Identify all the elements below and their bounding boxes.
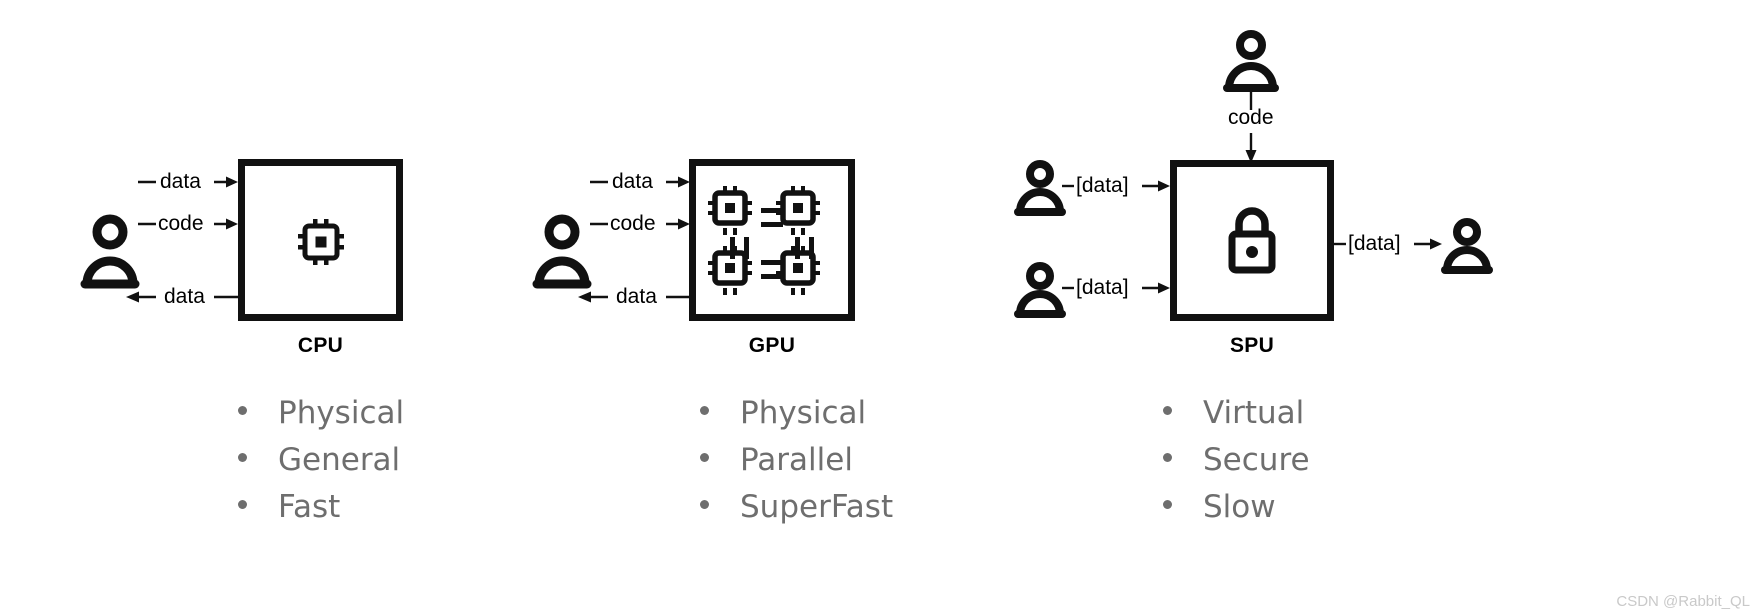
bullet-dot-icon [1163, 500, 1172, 509]
gpu-flow-label-code-in: code [610, 212, 656, 235]
spu-bullet-item: Slow [1163, 484, 1310, 531]
bullet-dot-icon [700, 406, 709, 415]
spu-bullet-list: Virtual Secure Slow [1163, 390, 1310, 531]
cpu-title: CPU [297, 334, 344, 357]
cpu-bullet-text: Physical [278, 395, 405, 431]
spu-bullet-text: Slow [1203, 489, 1276, 525]
gpu-bullet-text: Parallel [740, 442, 853, 478]
bullet-dot-icon [1163, 406, 1172, 415]
spu-bullet-text: Virtual [1203, 395, 1305, 431]
bullet-dot-icon [238, 500, 247, 509]
cpu-flow-label-data-out: data [164, 285, 205, 308]
spu-actor-top-person-icon [1223, 30, 1279, 92]
spu-title: SPU [1229, 334, 1275, 357]
gpu-bullet-list: Physical Parallel SuperFast [700, 390, 893, 531]
spu-flow-code-in-arrow [1245, 133, 1257, 163]
spu-flow-label-data-in-lower: [data] [1076, 276, 1129, 299]
spu-bullet-item: Secure [1163, 437, 1310, 484]
cpu-bullet-text: Fast [278, 489, 341, 525]
cpu-chip-icon [298, 219, 344, 265]
gpu-flow-label-data-out: data [616, 285, 657, 308]
gpu-bullet-text: Physical [740, 395, 867, 431]
spu-bullet-item: Virtual [1163, 390, 1310, 437]
gpu-bullet-item: Physical [700, 390, 893, 437]
cpu-bullet-text: General [278, 442, 401, 478]
spu-flow-label-data-out: [data] [1348, 232, 1401, 255]
gpu-bullet-text: SuperFast [740, 489, 894, 525]
diagram-canvas: data code data CPU Physical General Fast… [0, 0, 1760, 616]
spu-flow-label-data-in-upper: [data] [1076, 174, 1129, 197]
cpu-flow-label-data-in: data [160, 170, 201, 193]
spu-actor-right-person-icon [1441, 218, 1493, 274]
cpu-bullet-item: General [238, 437, 404, 484]
spu-flow-label-code-in: code [1228, 106, 1274, 129]
bullet-dot-icon [700, 453, 709, 462]
cpu-bullet-item: Fast [238, 484, 404, 531]
gpu-flow-label-data-in: data [612, 170, 653, 193]
gpu-multichip-icon [708, 186, 820, 295]
spu-actor-left-top-person-icon [1014, 160, 1066, 216]
bullet-dot-icon [1163, 453, 1172, 462]
watermark-text: CSDN @Rabbit_QL [1616, 593, 1750, 610]
gpu-actor-person-icon [532, 214, 592, 289]
cpu-actor-person-icon [80, 214, 140, 289]
spu-bullet-text: Secure [1203, 442, 1310, 478]
bullet-dot-icon [700, 500, 709, 509]
bullet-dot-icon [238, 406, 247, 415]
cpu-bullet-list: Physical General Fast [238, 390, 404, 531]
cpu-flow-label-code-in: code [158, 212, 204, 235]
bullet-dot-icon [238, 453, 247, 462]
cpu-bullet-item: Physical [238, 390, 404, 437]
gpu-bullet-item: SuperFast [700, 484, 893, 531]
lock-icon [1228, 207, 1276, 274]
gpu-bullet-item: Parallel [700, 437, 893, 484]
gpu-title: GPU [748, 334, 796, 357]
spu-actor-left-bottom-person-icon [1014, 262, 1066, 318]
